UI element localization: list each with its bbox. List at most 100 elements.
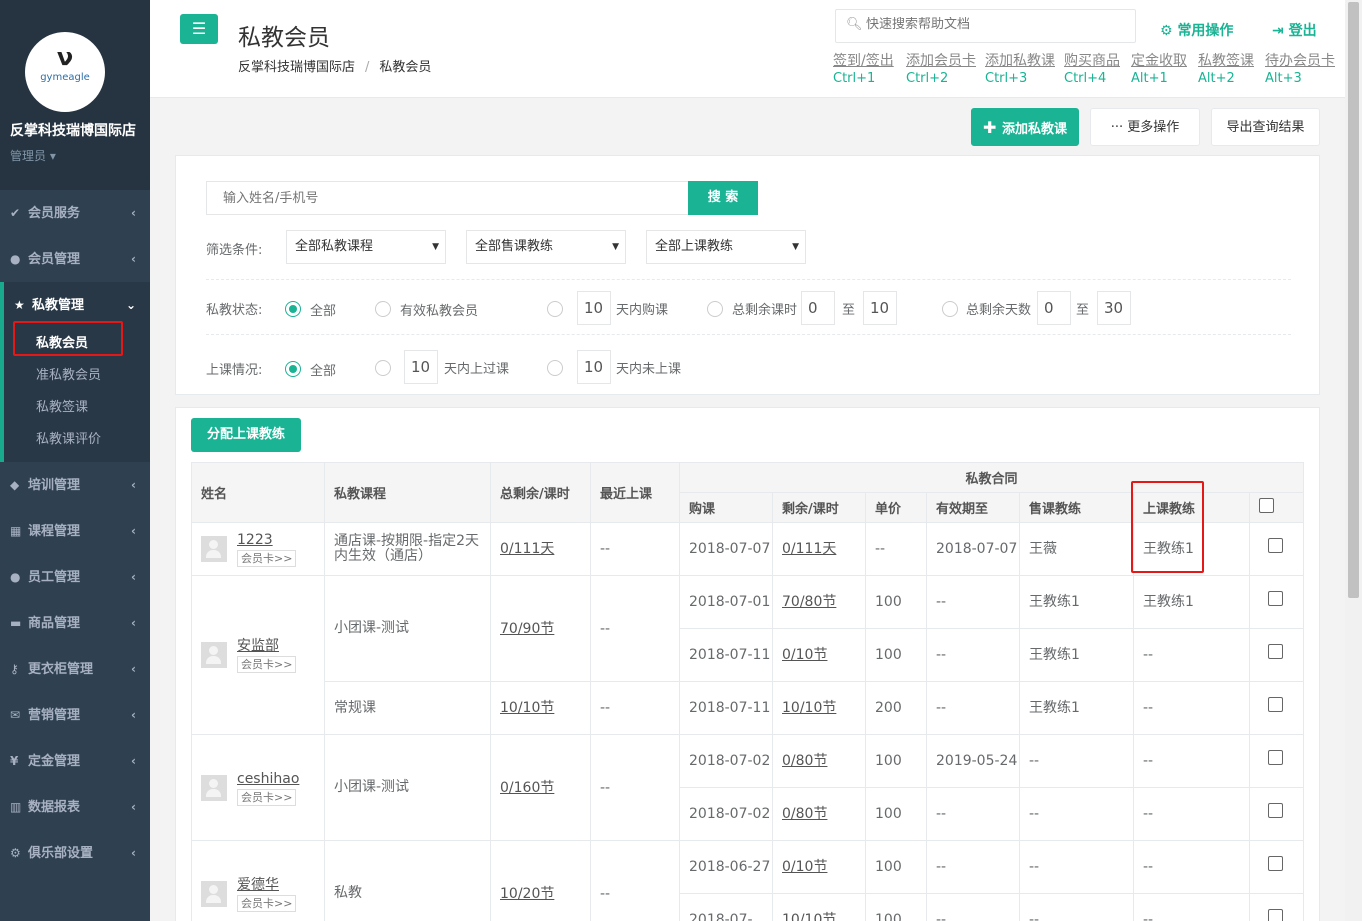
total-remaining-link[interactable]: 0/160节	[500, 780, 554, 796]
total-remaining-link[interactable]: 0/111天	[500, 541, 554, 557]
scrollbar-thumb[interactable]	[1348, 2, 1359, 598]
attended-radio[interactable]	[375, 360, 391, 376]
sidebar-item[interactable]: ¥ 定金管理 ‹	[0, 738, 150, 784]
remain-lessons-radio[interactable]	[707, 301, 723, 317]
name-phone-input[interactable]	[206, 181, 689, 215]
quick-ops-link[interactable]: ⚙ 常用操作	[1160, 20, 1233, 40]
sidebar-nav: ✔ 会员服务 ‹ ● 会员管理 ‹ ★ 私教管理 ⌄ 私教会员 准私教会员 私教签课 私教课评价 ◆ 培训管…	[0, 190, 150, 876]
remain-lessons-link[interactable]: 10/10节	[782, 700, 836, 716]
breadcrumb-home[interactable]: 反掌科技瑞博国际店	[238, 60, 355, 75]
role-dropdown[interactable]: 管理员 ▾	[10, 147, 56, 164]
member-info: 安监部会员卡>>	[237, 637, 297, 673]
sidebar-item[interactable]: ▬ 商品管理 ‹	[0, 600, 150, 646]
sidebar-item[interactable]: ✔ 会员服务 ‹	[0, 190, 150, 236]
class-coach-select[interactable]: 全部上课教练 ▼	[646, 230, 806, 264]
row-checkbox[interactable]	[1268, 591, 1283, 606]
sidebar-item[interactable]: ● 会员管理 ‹	[0, 236, 150, 282]
row-checkbox[interactable]	[1268, 644, 1283, 659]
sign-out-icon: ⇥	[1272, 23, 1289, 39]
buy-date-cell: 2018-07-11	[679, 628, 773, 682]
remain-lessons-link[interactable]: 70/80节	[782, 594, 836, 610]
logout-link[interactable]: ⇥ 登出	[1272, 20, 1317, 40]
gear-icon: ⚙	[10, 846, 21, 860]
seller-coach-cell: --	[1019, 840, 1134, 894]
chevron-left-icon: ‹	[131, 570, 136, 584]
member-name-link[interactable]: ceshihao	[237, 771, 299, 787]
search-button[interactable]: 搜 索	[688, 181, 758, 215]
page-scrollbar[interactable]	[1345, 0, 1362, 921]
sidebar-subitem[interactable]: 私教签课	[4, 392, 150, 424]
total-remaining-link[interactable]: 10/10节	[500, 700, 554, 716]
sidebar-subitem[interactable]: 私教课评价	[4, 424, 150, 456]
member-name-link[interactable]: 爱德华	[237, 877, 279, 893]
member-card-link[interactable]: 会员卡>>	[237, 788, 297, 806]
buy-days-input[interactable]: 10	[577, 291, 611, 325]
total-remaining-link[interactable]: 70/90节	[500, 621, 554, 637]
price-cell: 100	[865, 787, 927, 841]
sidebar-item[interactable]: ⚙ 俱乐部设置 ‹	[0, 830, 150, 876]
member-card-link[interactable]: 会员卡>>	[237, 656, 297, 673]
total-remaining-link[interactable]: 10/20节	[500, 886, 554, 902]
sidebar-item[interactable]: ✉ 营销管理 ‹	[0, 692, 150, 738]
row-checkbox[interactable]	[1268, 750, 1283, 765]
highlight-box-menu	[13, 321, 123, 356]
attended-days-input[interactable]: 10	[404, 350, 438, 384]
row-checkbox[interactable]	[1268, 909, 1283, 921]
shortcut-item[interactable]: 购买商品 Ctrl+4	[1064, 53, 1120, 87]
buy-days-radio[interactable]	[547, 301, 563, 317]
remain-days-to-input[interactable]: 30	[1097, 291, 1131, 325]
remain-cell: 70/80节	[772, 575, 866, 629]
sidebar-item[interactable]: ▦ 课程管理 ‹	[0, 508, 150, 554]
sidebar-item[interactable]: ⚷ 更衣柜管理 ‹	[0, 646, 150, 692]
sidebar-subitem[interactable]: 准私教会员	[4, 360, 150, 392]
sidebar-item[interactable]: ◆ 培训管理 ‹	[0, 462, 150, 508]
remain-lessons-from-input[interactable]: 0	[801, 291, 835, 325]
remain-lessons-link[interactable]: 0/80节	[782, 753, 827, 769]
select-all-checkbox[interactable]	[1259, 498, 1274, 513]
seller-coach-select[interactable]: 全部售课教练 ▼	[466, 230, 626, 264]
remain-lessons-link[interactable]: 0/10节	[782, 859, 827, 875]
class-status-label: 上课情况:	[206, 363, 263, 378]
calendar-icon: ▦	[10, 524, 22, 538]
assign-coach-button[interactable]: 分配上课教练	[191, 418, 301, 452]
class-all-radio[interactable]	[285, 361, 301, 377]
row-checkbox[interactable]	[1268, 697, 1283, 712]
member-name-link[interactable]: 安监部	[237, 638, 279, 654]
member-card-link[interactable]: 会员卡>>	[237, 894, 297, 912]
remain-days-radio[interactable]	[942, 301, 958, 317]
menu-toggle-button[interactable]: ☰	[180, 14, 218, 44]
shortcut-item[interactable]: 待办会员卡 Alt+3	[1265, 53, 1335, 87]
not-attended-days-input[interactable]: 10	[577, 350, 611, 384]
more-actions-button[interactable]: ··· 更多操作	[1090, 108, 1200, 146]
shortcut-item[interactable]: 签到/签出 Ctrl+1	[833, 53, 894, 87]
sidebar-item-label: 私教管理	[32, 298, 85, 313]
remain-lessons-link[interactable]: 0/80节	[782, 806, 827, 822]
member-card-link[interactable]: 会员卡>>	[237, 550, 297, 567]
shortcut-item[interactable]: 添加私教课 Ctrl+3	[985, 53, 1055, 87]
remain-lessons-link[interactable]: 0/111天	[782, 541, 836, 557]
not-attended-radio[interactable]	[547, 360, 563, 376]
price-cell: 100	[865, 628, 927, 682]
help-search-input[interactable]	[866, 17, 1126, 32]
course-select[interactable]: 全部私教课程 ▼	[286, 230, 446, 264]
avatar-icon	[201, 880, 227, 907]
sidebar-item[interactable]: ● 员工管理 ‹	[0, 554, 150, 600]
row-checkbox[interactable]	[1268, 538, 1283, 553]
status-valid-radio[interactable]	[375, 301, 391, 317]
row-checkbox[interactable]	[1268, 856, 1283, 871]
shortcut-item[interactable]: 私教签课 Alt+2	[1198, 53, 1254, 87]
shortcut-item[interactable]: 添加会员卡 Ctrl+2	[906, 53, 976, 87]
sidebar-item[interactable]: ▥ 数据报表 ‹	[0, 784, 150, 830]
export-results-button[interactable]: 导出查询结果	[1211, 108, 1320, 146]
member-name-link[interactable]: 1223	[237, 532, 273, 548]
remain-lessons-link[interactable]: 10/10节	[782, 912, 836, 921]
member-cell: 爱德华 会员卡>>	[191, 840, 325, 921]
shortcut-item[interactable]: 定金收取 Alt+1	[1131, 53, 1187, 87]
status-all-radio[interactable]	[285, 301, 301, 317]
row-checkbox[interactable]	[1268, 803, 1283, 818]
remain-lessons-link[interactable]: 0/10节	[782, 647, 827, 663]
remain-lessons-to-input[interactable]: 10	[863, 291, 897, 325]
add-private-course-button[interactable]: ✚ 添加私教课	[971, 108, 1079, 146]
yen-icon: ¥	[10, 754, 19, 768]
remain-days-from-input[interactable]: 0	[1037, 291, 1071, 325]
